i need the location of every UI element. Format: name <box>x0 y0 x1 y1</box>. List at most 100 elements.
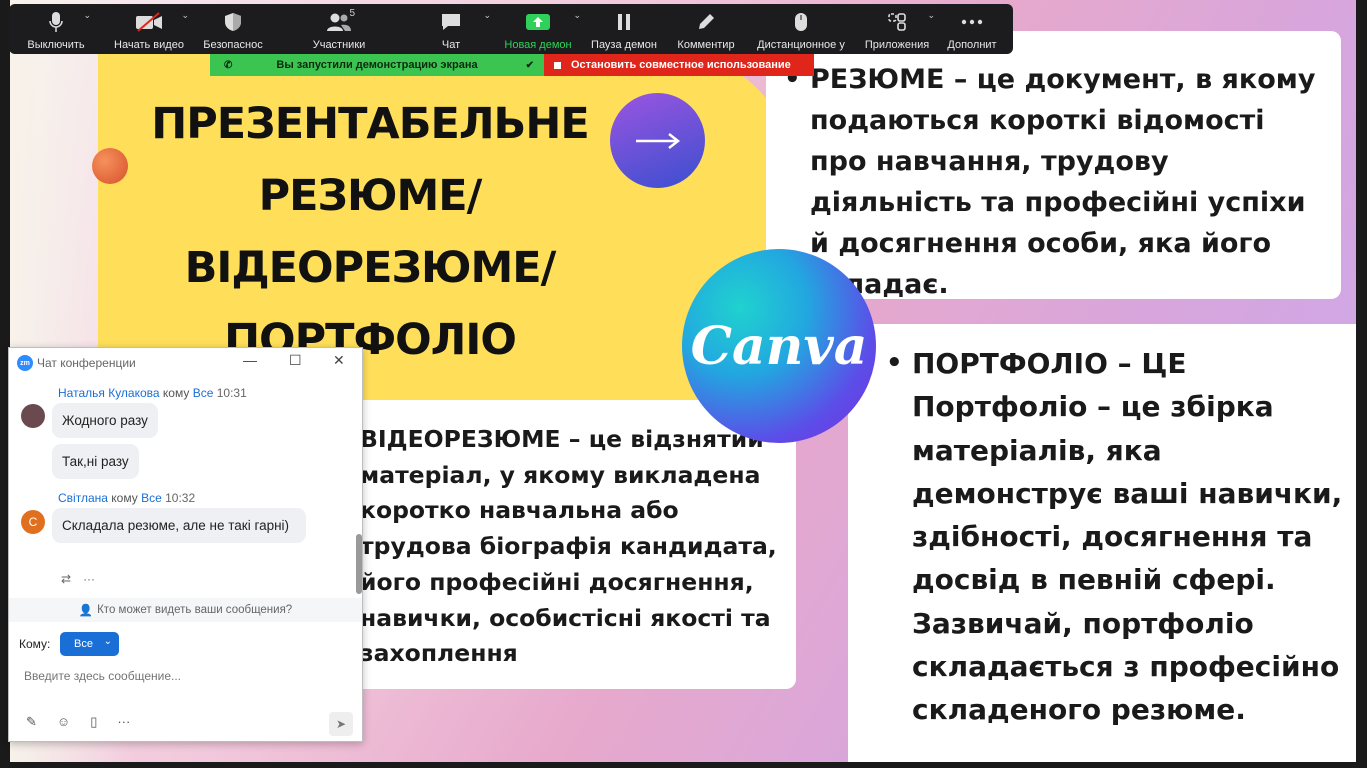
apps-button[interactable]: ⌄ Приложения <box>857 4 937 54</box>
video-line: трудова біографія кандидата, <box>360 532 777 561</box>
remote-control-button[interactable]: Дистанционное у <box>745 4 857 54</box>
minimize-icon[interactable]: — <box>243 352 257 368</box>
video-line: захоплення <box>360 639 518 668</box>
chevron-down-icon[interactable]: ⌄ <box>483 10 491 21</box>
participants-label: Участники <box>312 39 366 51</box>
more-dots-icon <box>961 10 983 34</box>
mute-button[interactable]: ⌄ Выключить <box>9 4 103 54</box>
resume-definition-text: РЕЗЮМЕ – це документ, в якому подаються … <box>810 64 1316 300</box>
send-icon[interactable]: ➤ <box>329 712 353 736</box>
meeting-chat-window: zm Чат конференции — ☐ ✕ Наталья Кулаков… <box>8 347 363 742</box>
new-share-button[interactable]: ⌄ Новая демон <box>495 4 581 54</box>
scrollbar[interactable] <box>356 534 362 594</box>
video-line: його професійні досягнення, <box>360 567 754 596</box>
annotate-button[interactable]: Комментир <box>667 4 745 54</box>
to-word: кому <box>162 386 190 400</box>
more-label: Дополнит <box>947 39 997 51</box>
stop-share-button[interactable]: Остановить совместное использование <box>544 54 814 76</box>
video-line: коротко навчальна або <box>360 496 679 525</box>
message-input[interactable] <box>24 666 344 686</box>
apps-icon <box>887 10 907 34</box>
stop-share-label: Остановить совместное использование <box>571 59 791 71</box>
security-label: Безопаснос <box>203 39 263 51</box>
video-line: ВІДЕОРЕЗЮМЕ – це відзнятий <box>360 425 764 453</box>
avatar-letter: С <box>28 515 38 529</box>
slide-title: ПРЕЗЕНТАБЕЛЬНЕ РЕЗЮМЕ/ ВІДЕОРЕЗЮМЕ/ ПОРТ… <box>130 88 610 376</box>
more-options-icon[interactable]: ··· <box>83 572 95 586</box>
share-screen-icon <box>525 10 551 34</box>
who-can-see-text: Кто может видеть ваши сообщения? <box>97 604 293 616</box>
message-header: Світлана кому Все 10:32 <box>58 491 195 505</box>
zoom-logo-icon: zm <box>17 355 33 371</box>
video-off-icon <box>135 10 163 34</box>
canva-logo-text: Canva <box>690 315 868 377</box>
title-line: ПРЕЗЕНТАБЕЛЬНЕ <box>151 99 589 149</box>
shield-check-icon: ✔ <box>525 59 534 71</box>
title-line: РЕЗЮМЕ/ <box>258 171 483 221</box>
chat-titlebar[interactable]: zm Чат конференции — ☐ ✕ <box>9 348 362 378</box>
orange-dot-decoration <box>92 148 128 184</box>
chevron-down-icon[interactable]: ⌄ <box>181 10 189 21</box>
more-options-icon[interactable]: ··· <box>117 714 130 730</box>
sender-name[interactable]: Наталья Кулакова <box>58 386 160 400</box>
sharing-status-text: Вы запустили демонстрацию экрана <box>276 59 478 71</box>
security-button[interactable]: Безопаснос <box>195 4 271 54</box>
chat-label: Чат <box>441 39 461 51</box>
chevron-down-icon: ⌄ <box>103 636 112 647</box>
chevron-down-icon[interactable]: ⌄ <box>573 10 581 21</box>
new-share-label: Новая демон <box>504 39 572 51</box>
chat-icon <box>440 10 462 34</box>
title-line: ВІДЕОРЕЗЮМЕ/ <box>184 243 557 293</box>
resume-definition-card: • РЕЗЮМЕ – це документ, в якому подаються… <box>766 31 1341 300</box>
recipient-name: Все <box>192 386 214 400</box>
file-icon[interactable]: ▯ <box>90 714 97 730</box>
chat-button[interactable]: ⌄ Чат <box>407 4 495 54</box>
avatar <box>21 404 45 428</box>
video-line: матеріал, у якому викладена <box>360 460 761 489</box>
maximize-icon[interactable]: ☐ <box>289 352 302 369</box>
user-lock-icon: 👤 <box>78 605 94 617</box>
emoji-icon[interactable]: ☺ <box>57 714 70 730</box>
videoresume-definition-card: ВІДЕОРЕЗЮМЕ – це відзнятий матеріал, у я… <box>310 400 796 689</box>
recipient-select-value: Все <box>74 638 93 650</box>
participants-button[interactable]: 5 Участники <box>271 4 407 54</box>
format-text-icon[interactable]: ✎ <box>26 714 37 730</box>
participants-count-badge: 5 <box>349 8 355 19</box>
start-video-button[interactable]: ⌄ Начать видео <box>103 4 195 54</box>
bullet: • <box>886 348 903 378</box>
reply-icon[interactable]: ⇄ <box>61 572 71 586</box>
annotate-pen-icon <box>696 10 716 34</box>
chevron-down-icon[interactable]: ⌄ <box>927 10 935 21</box>
zoom-logo-text: zm <box>20 359 30 367</box>
stop-square-icon <box>554 61 561 69</box>
video-line: навички, особистісні якості та <box>360 603 771 632</box>
chat-input-toolbar: ✎ ☺ ▯ ··· <box>26 714 130 730</box>
avatar: С <box>21 510 45 534</box>
apps-label: Приложения <box>864 39 930 51</box>
pause-share-button[interactable]: Пауза демон <box>581 4 667 54</box>
more-button[interactable]: Дополнит <box>937 4 1007 54</box>
microphone-icon <box>49 10 63 34</box>
arrow-right-icon <box>610 93 705 188</box>
chevron-down-icon[interactable]: ⌄ <box>83 10 91 21</box>
mute-label: Выключить <box>27 39 85 51</box>
mouse-icon <box>794 10 808 34</box>
chat-title: Чат конференции <box>37 356 136 370</box>
meeting-toolbar: ⌄ Выключить ⌄ Начать видео Безопаснос 5 … <box>9 4 1013 54</box>
start-video-label: Начать видео <box>114 39 184 51</box>
remote-control-label: Дистанционное у <box>757 39 845 51</box>
pause-share-label: Пауза демон <box>591 39 657 51</box>
sender-name[interactable]: Світлана <box>58 491 108 505</box>
message-bubble: Жодного разу <box>52 403 158 438</box>
portfolio-definition-card: • ПОРТФОЛІО – ЦЕ Портфоліо – це збірка ма… <box>848 324 1356 762</box>
message-bubble: Так,ні разу <box>52 444 139 479</box>
message-time: 10:32 <box>165 491 196 505</box>
message-header: Наталья Кулакова кому Все 10:31 <box>58 386 247 400</box>
close-icon[interactable]: ✕ <box>333 352 345 369</box>
message-time: 10:31 <box>216 386 247 400</box>
who-can-see-link[interactable]: 👤 Кто может видеть ваши сообщения? <box>9 598 362 622</box>
annotate-label: Комментир <box>677 39 735 51</box>
canva-logo: Canva <box>682 249 876 443</box>
recipient-select[interactable]: Все ⌄ <box>60 632 119 656</box>
shield-icon <box>224 10 242 34</box>
